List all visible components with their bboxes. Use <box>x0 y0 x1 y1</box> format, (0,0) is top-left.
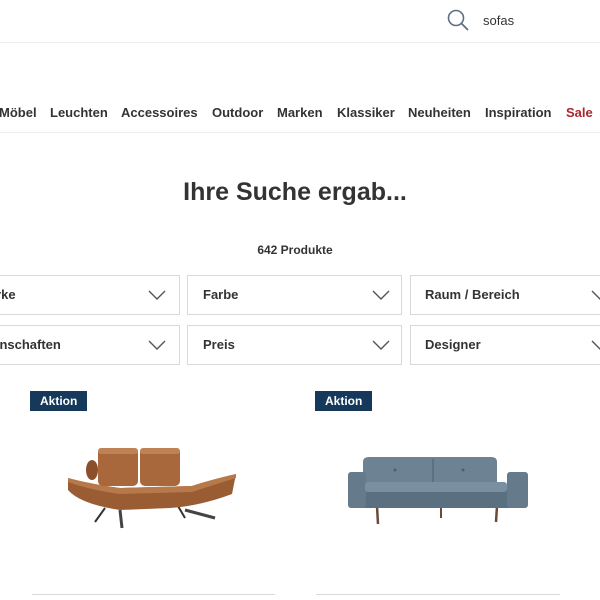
sale-badge: Aktion <box>315 391 373 411</box>
result-count: 642 Produkte <box>257 243 333 257</box>
filter-label: Preis <box>203 337 235 352</box>
product-image-daybed[interactable] <box>60 440 240 535</box>
search-box[interactable]: sofas <box>446 8 514 32</box>
product-image-sofa[interactable] <box>345 452 530 532</box>
nav-item-neuheiten[interactable]: Neuheiten <box>408 105 471 120</box>
search-icon[interactable] <box>446 8 470 32</box>
filter-label: Raum / Bereich <box>425 287 520 302</box>
filter-label: Eigenschaften <box>0 337 61 352</box>
filter-label: Farbe <box>203 287 239 302</box>
product-card-divider <box>32 594 275 595</box>
chevron-down-icon <box>148 290 166 300</box>
chevron-down-icon <box>372 290 390 300</box>
chevron-down-icon <box>591 290 600 300</box>
chevron-down-icon <box>148 340 166 350</box>
nav-item-marken[interactable]: Marken <box>277 105 323 120</box>
nav-item-outdoor[interactable]: Outdoor <box>212 105 263 120</box>
chevron-down-icon <box>372 340 390 350</box>
filter-label: Designer <box>425 337 481 352</box>
page-title: Ihre Suche ergab... <box>183 178 407 206</box>
main-nav: Möbel Leuchten Accessoires Outdoor Marke… <box>0 100 600 133</box>
filter-farbe[interactable]: Farbe <box>187 275 402 315</box>
product-card-divider <box>316 594 560 595</box>
nav-item-klassiker[interactable]: Klassiker <box>337 105 395 120</box>
chevron-down-icon <box>591 340 600 350</box>
search-query[interactable]: sofas <box>483 13 514 28</box>
nav-item-accessoires[interactable]: Accessoires <box>121 105 198 120</box>
top-bar: sofas <box>0 0 600 43</box>
nav-item-sale[interactable]: Sale <box>566 105 593 120</box>
nav-item-leuchten[interactable]: Leuchten <box>50 105 108 120</box>
nav-item-moebel[interactable]: Möbel <box>0 105 37 120</box>
filter-marke[interactable]: Marke <box>0 275 180 315</box>
filter-preis[interactable]: Preis <box>187 325 402 365</box>
filter-eigenschaften[interactable]: Eigenschaften <box>0 325 180 365</box>
filter-raum-bereich[interactable]: Raum / Bereich <box>410 275 600 315</box>
sale-badge: Aktion <box>30 391 88 411</box>
nav-item-inspiration[interactable]: Inspiration <box>485 105 551 120</box>
filter-designer[interactable]: Designer <box>410 325 600 365</box>
filter-label: Marke <box>0 287 16 302</box>
